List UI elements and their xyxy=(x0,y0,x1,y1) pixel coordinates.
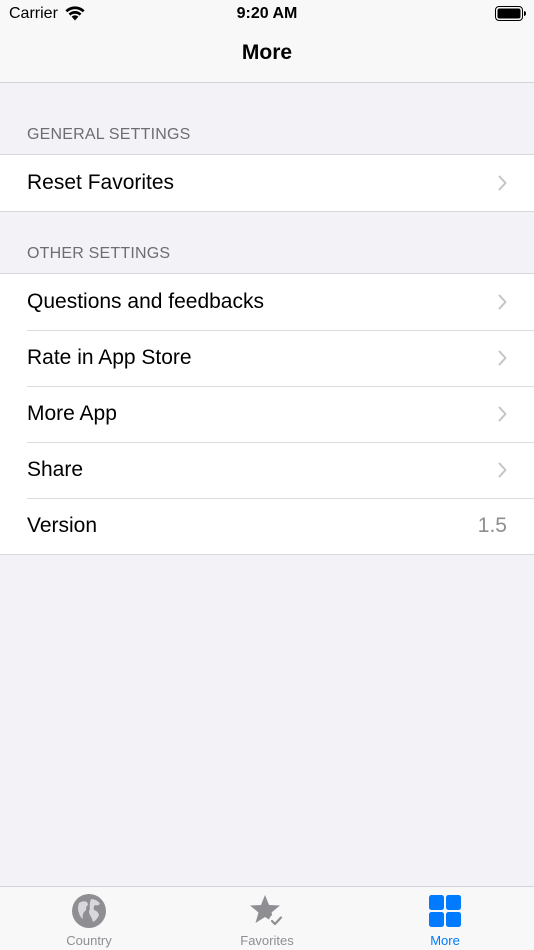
chevron-right-icon xyxy=(498,406,507,422)
tab-label: More xyxy=(430,933,460,948)
rate-app-store-row[interactable]: Rate in App Store xyxy=(0,330,534,386)
row-label: Questions and feedbacks xyxy=(27,290,264,313)
row-separator xyxy=(27,442,534,443)
status-time: 9:20 AM xyxy=(236,5,298,22)
tab-bar: Country Favorites More xyxy=(0,886,534,950)
more-app-row[interactable]: More App xyxy=(0,386,534,442)
grid-icon xyxy=(429,895,461,927)
questions-feedbacks-row[interactable]: Questions and feedbacks xyxy=(0,274,534,330)
page-title: More xyxy=(241,41,293,64)
row-label: Reset Favorites xyxy=(27,171,175,194)
tab-more[interactable]: More xyxy=(356,887,534,950)
other-settings-group: Questions and feedbacks Rate in App Stor… xyxy=(0,273,534,555)
more-screen: Carrier 9:20 AM More GENERAL SETTINGS Re… xyxy=(0,0,534,950)
chevron-right-icon xyxy=(498,350,507,366)
reset-favorites-row[interactable]: Reset Favorites xyxy=(0,155,534,211)
section-header-general: GENERAL SETTINGS xyxy=(27,126,191,143)
chevron-right-icon xyxy=(498,294,507,310)
row-label: Rate in App Store xyxy=(27,346,192,369)
battery-icon xyxy=(495,6,526,21)
section-header-other: OTHER SETTINGS xyxy=(27,245,171,262)
row-separator xyxy=(27,498,534,499)
tab-label: Favorites xyxy=(240,933,294,948)
status-bar: Carrier 9:20 AM xyxy=(0,0,534,28)
share-row[interactable]: Share xyxy=(0,442,534,498)
tab-country[interactable]: Country xyxy=(0,887,178,950)
general-settings-group: Reset Favorites xyxy=(0,154,534,212)
chevron-right-icon xyxy=(498,175,507,191)
version-row: Version 1.5 xyxy=(0,498,534,554)
chevron-right-icon xyxy=(498,462,507,478)
navigation-bar: Carrier 9:20 AM More xyxy=(0,0,534,83)
tab-favorites[interactable]: Favorites xyxy=(178,887,356,950)
globe-icon xyxy=(72,894,106,928)
row-label: More App xyxy=(27,402,117,425)
row-label: Share xyxy=(27,458,84,481)
version-value: 1.5 xyxy=(477,514,507,537)
star-check-icon xyxy=(250,895,283,928)
row-label: Version xyxy=(27,514,98,537)
tab-label: Country xyxy=(66,933,112,948)
